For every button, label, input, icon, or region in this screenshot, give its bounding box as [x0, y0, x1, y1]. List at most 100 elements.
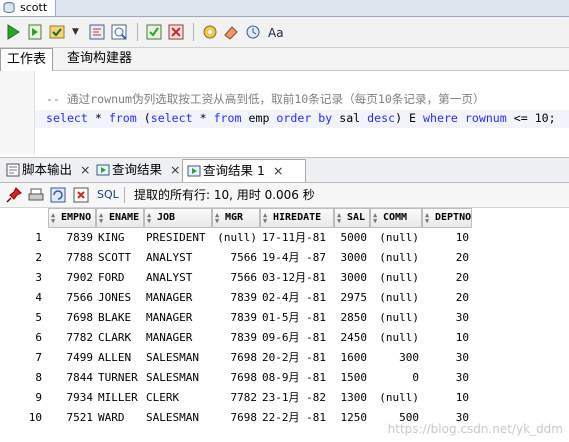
rollback-icon[interactable]: [167, 23, 185, 41]
tab-query-result-1[interactable]: 查询结果 1 ×: [182, 159, 306, 182]
tab-worksheet[interactable]: 工作表: [0, 48, 54, 71]
close-icon[interactable]: ×: [273, 163, 283, 178]
table-cell-job[interactable]: MANAGER: [146, 328, 211, 348]
sort-arrows-icon[interactable]: ▲ ▼: [337, 212, 341, 225]
autotrace-icon[interactable]: [110, 23, 128, 41]
table-cell-sal[interactable]: 1250: [334, 408, 368, 428]
row-number[interactable]: 1: [0, 228, 42, 248]
text-case-icon[interactable]: Aa: [267, 23, 285, 41]
table-cell-ename[interactable]: WARD: [98, 408, 143, 428]
table-cell-deptno[interactable]: 10: [422, 328, 469, 348]
table-cell-job[interactable]: ANALYST: [146, 268, 211, 288]
table-cell-mgr[interactable]: 7839: [212, 288, 258, 308]
table-cell-comm[interactable]: 300: [370, 348, 419, 368]
table-cell-deptno[interactable]: 20: [422, 268, 469, 288]
table-cell-hiredate[interactable]: 22-2月 -81: [262, 408, 333, 428]
table-cell-hiredate[interactable]: 03-12月-81: [262, 268, 333, 288]
table-cell-deptno[interactable]: 30: [422, 368, 469, 388]
row-number[interactable]: 2: [0, 248, 42, 268]
row-number[interactable]: 3: [0, 268, 42, 288]
column-header-hiredate[interactable]: ▲ ▼ HIREDATE: [260, 208, 334, 228]
document-tab-scott[interactable]: scott: [0, 0, 57, 16]
row-number[interactable]: 4: [0, 288, 42, 308]
column-header-empno[interactable]: ▲ ▼ EMPNO: [48, 208, 96, 228]
table-cell-ename[interactable]: SCOTT: [98, 248, 143, 268]
table-cell-hiredate[interactable]: 08-9月 -81: [262, 368, 333, 388]
table-cell-ename[interactable]: BLAKE: [98, 308, 143, 328]
table-cell-deptno[interactable]: 10: [422, 228, 469, 248]
table-cell-sal[interactable]: 5000: [334, 228, 368, 248]
table-cell-empno[interactable]: 7902: [48, 268, 94, 288]
table-cell-sal[interactable]: 3000: [334, 248, 368, 268]
table-cell-empno[interactable]: 7839: [48, 228, 94, 248]
table-cell-sal[interactable]: 1300: [334, 388, 368, 408]
table-cell-empno[interactable]: 7566: [48, 288, 94, 308]
table-cell-job[interactable]: MANAGER: [146, 288, 211, 308]
table-cell-hiredate[interactable]: 09-6月 -81: [262, 328, 333, 348]
table-cell-job[interactable]: CLERK: [146, 388, 211, 408]
table-cell-job[interactable]: SALESMAN: [146, 368, 211, 388]
table-cell-empno[interactable]: 7844: [48, 368, 94, 388]
table-cell-deptno[interactable]: 30: [422, 308, 469, 328]
sort-arrows-icon[interactable]: ▲ ▼: [147, 212, 151, 225]
table-cell-deptno[interactable]: 30: [422, 348, 469, 368]
close-icon[interactable]: ×: [170, 162, 180, 177]
table-cell-job[interactable]: SALESMAN: [146, 408, 211, 428]
table-cell-mgr[interactable]: 7839: [212, 328, 258, 348]
column-header-ename[interactable]: ▲ ▼ ENAME: [96, 208, 144, 228]
table-cell-comm[interactable]: (null): [370, 288, 419, 308]
table-cell-mgr[interactable]: 7782: [212, 388, 258, 408]
column-header-job[interactable]: ▲ ▼ JOB: [144, 208, 212, 228]
run-statement-icon[interactable]: [4, 23, 22, 41]
table-cell-sal[interactable]: 2450: [334, 328, 368, 348]
table-cell-empno[interactable]: 7934: [48, 388, 94, 408]
table-cell-ename[interactable]: MILLER: [98, 388, 143, 408]
sort-arrows-icon[interactable]: ▲ ▼: [215, 212, 219, 225]
table-cell-empno[interactable]: 7782: [48, 328, 94, 348]
close-icon[interactable]: ×: [80, 162, 90, 177]
table-cell-comm[interactable]: (null): [370, 228, 419, 248]
table-cell-ename[interactable]: JONES: [98, 288, 143, 308]
table-cell-comm[interactable]: (null): [370, 328, 419, 348]
cancel-fetch-icon[interactable]: [73, 187, 89, 203]
table-cell-comm[interactable]: (null): [370, 308, 419, 328]
table-cell-hiredate[interactable]: 23-1月 -82: [262, 388, 333, 408]
table-cell-comm[interactable]: 0: [370, 368, 419, 388]
table-cell-job[interactable]: PRESIDENT: [146, 228, 211, 248]
table-cell-deptno[interactable]: 20: [422, 248, 469, 268]
row-number[interactable]: 8: [0, 368, 42, 388]
table-cell-mgr[interactable]: 7566: [212, 268, 258, 288]
table-cell-ename[interactable]: ALLEN: [98, 348, 143, 368]
table-cell-empno[interactable]: 7499: [48, 348, 94, 368]
sql-button[interactable]: SQL: [97, 187, 119, 203]
table-cell-sal[interactable]: 1600: [334, 348, 368, 368]
table-cell-mgr[interactable]: (null): [212, 228, 257, 248]
print-icon[interactable]: [28, 187, 44, 203]
table-cell-hiredate[interactable]: 01-5月 -81: [262, 308, 333, 328]
column-header-mgr[interactable]: ▲ ▼ MGR: [212, 208, 260, 228]
table-cell-hiredate[interactable]: 19-4月 -87: [262, 248, 333, 268]
table-cell-ename[interactable]: FORD: [98, 268, 143, 288]
table-cell-hiredate[interactable]: 02-4月 -81: [262, 288, 333, 308]
table-cell-mgr[interactable]: 7698: [212, 368, 258, 388]
pin-icon[interactable]: [6, 187, 22, 203]
result-grid[interactable]: ▲ ▼ EMPNO ▲ ▼ ENAME ▲ ▼ JOB ▲ ▼ MGR ▲ ▼ HIREDATE ▲ ▼ SAL ▲…: [0, 208, 569, 442]
table-cell-hiredate[interactable]: 17-11月-81: [262, 228, 333, 248]
table-cell-ename[interactable]: KING: [98, 228, 143, 248]
table-cell-hiredate[interactable]: 20-2月 -81: [262, 348, 333, 368]
table-cell-deptno[interactable]: 20: [422, 288, 469, 308]
table-cell-job[interactable]: MANAGER: [146, 308, 211, 328]
sort-arrows-icon[interactable]: ▲ ▼: [425, 212, 429, 225]
column-header-sal[interactable]: ▲ ▼ SAL: [334, 208, 370, 228]
table-cell-empno[interactable]: 7698: [48, 308, 94, 328]
sort-arrows-icon[interactable]: ▲ ▼: [263, 212, 267, 225]
table-cell-deptno[interactable]: 10: [422, 388, 469, 408]
tab-query-builder[interactable]: 查询构建器: [61, 48, 138, 70]
column-header-comm[interactable]: ▲ ▼ COMM: [370, 208, 422, 228]
table-cell-mgr[interactable]: 7698: [212, 348, 258, 368]
row-number[interactable]: 9: [0, 388, 42, 408]
history-icon[interactable]: [244, 23, 262, 41]
commit-icon[interactable]: [48, 23, 66, 41]
sort-arrows-icon[interactable]: ▲ ▼: [99, 212, 103, 225]
table-cell-comm[interactable]: (null): [370, 248, 419, 268]
